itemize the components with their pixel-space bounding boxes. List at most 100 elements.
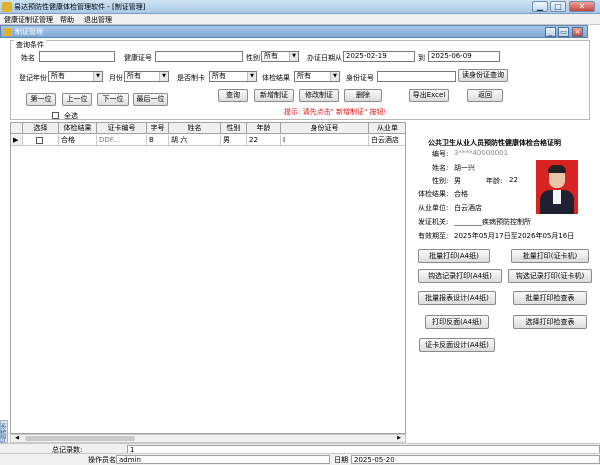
grid-header-unit[interactable]: 从业单 (369, 123, 405, 134)
made-card-select-value: 所有 (212, 72, 226, 80)
cert-issuer-value: ________疾病预防控制所 (454, 218, 531, 226)
cert-no-input[interactable] (155, 51, 243, 62)
row-select-cell[interactable] (23, 135, 59, 146)
cert-age-value: 22 (509, 176, 518, 184)
year-select[interactable]: 所有 ▼ (48, 71, 103, 82)
checked-print-a4-button[interactable]: 钩选记录打印(A4纸) (418, 269, 502, 283)
horizontal-scrollbar[interactable]: ◀ ▶ (10, 434, 406, 443)
gender-select-value: 所有 (264, 52, 278, 60)
status-bar-info: 操作员名 admin 日期 2025-05-20 (0, 453, 600, 465)
grid-header-gender[interactable]: 性别 (221, 123, 247, 134)
date-from-input[interactable]: 2025-02-19 (343, 51, 415, 62)
select-all-checkbox[interactable] (52, 112, 59, 119)
mdi-restore-button[interactable]: ▭ (558, 27, 569, 37)
grid-header-name[interactable]: 姓名 (169, 123, 221, 134)
grid-header-select[interactable]: 选择 (23, 123, 59, 134)
row-card-no-cell: DDF... (97, 135, 147, 146)
made-card-select[interactable]: 所有 ▼ (209, 71, 257, 82)
name-label: 姓名 (21, 54, 35, 62)
minimize-button[interactable]: ▁ (532, 1, 548, 12)
row-unit-cell: 白云酒店 (369, 135, 405, 146)
year-select-value: 所有 (51, 72, 65, 80)
batch-print-card-button[interactable]: 批量打印(证卡机) (511, 249, 589, 263)
close-button[interactable]: ✕ (569, 1, 595, 12)
chevron-down-icon: ▼ (159, 72, 168, 81)
row-zihao-cell: B (147, 135, 169, 146)
first-button[interactable]: 第一位 (26, 93, 56, 106)
mdi-titlebar: 制证管理 _ ▭ × (0, 25, 588, 38)
status-bar-records: 总记录数: 1 (0, 443, 600, 454)
grid-header-card-no[interactable]: 证卡编号 (97, 123, 147, 134)
gender-select[interactable]: 所有 ▼ (261, 51, 299, 62)
menu-help[interactable]: 帮助 (60, 15, 74, 25)
month-select-value: 所有 (127, 72, 141, 80)
cert-no-label: 编号: (432, 150, 449, 158)
read-id-button[interactable]: 读身份证查询 (458, 69, 508, 82)
chevron-down-icon: ▼ (93, 72, 102, 81)
cert-result-value: 合格 (454, 190, 468, 198)
export-excel-button[interactable]: 导出Excel (409, 89, 449, 102)
mdi-logo-icon (3, 28, 12, 36)
checked-print-card-button[interactable]: 钩选记录打印(证卡机) (508, 269, 592, 283)
row-marker-icon: ▶ (11, 135, 23, 146)
edit-cert-button[interactable]: 修改制证 (299, 89, 339, 102)
month-label: 月份 (109, 74, 123, 82)
grid-header-id[interactable]: 身份证号 (281, 123, 369, 134)
scroll-right-icon[interactable]: ▶ (395, 435, 403, 442)
operator-label: 操作员名 (88, 456, 116, 464)
new-cert-button[interactable]: 新增制证 (254, 89, 294, 102)
made-card-label: 是否制卡 (177, 74, 205, 82)
chevron-down-icon: ▼ (247, 72, 256, 81)
prev-button[interactable]: 上一位 (62, 93, 92, 106)
row-id-cell: I (281, 135, 369, 146)
cert-issuer-label: 发证机关: (418, 218, 449, 226)
mdi-close-button[interactable]: × (572, 27, 583, 37)
result-select[interactable]: 所有 ▼ (294, 71, 340, 82)
grid-header-age[interactable]: 年龄 (247, 123, 281, 134)
hint-text: 提示: 请先点击" 新增制证" 按钮! (284, 108, 387, 116)
id-label: 身份证号 (346, 74, 374, 82)
cert-gender-value: 男 (454, 177, 461, 185)
date-label: 日期 (334, 456, 348, 464)
app-logo-icon (2, 2, 12, 12)
batch-print-a4-button[interactable]: 批量打印(A4纸) (418, 249, 490, 263)
search-button[interactable]: 查询 (218, 89, 248, 102)
grid-header-result[interactable]: 体检结果 (59, 123, 97, 134)
row-select-checkbox[interactable] (36, 137, 43, 144)
mdi-minimize-button[interactable]: _ (545, 27, 556, 37)
query-group: 查询条件 姓名 健康证号 性别 所有 ▼ 办证日期从 2025-02-19 到 … (10, 40, 590, 120)
name-input[interactable] (39, 51, 115, 62)
print-back-button[interactable]: 打印反面(A4纸) (425, 315, 489, 329)
operator-value: admin (116, 455, 330, 464)
back-design-button[interactable]: 证卡反面设计(A4纸) (419, 338, 495, 352)
cert-valid-value: 2025年05月17日至2026年05月16日 (454, 232, 575, 240)
cert-unit-label: 从业单位: (418, 204, 449, 212)
cert-title: 公共卫生从业人员预防性健康体检合格证明 (428, 139, 561, 147)
delete-button[interactable]: 删除 (344, 89, 382, 102)
last-button[interactable]: 最后一位 (133, 93, 168, 106)
scroll-left-icon[interactable]: ◀ (13, 435, 21, 442)
menu-cert-management[interactable]: 健康证制证管理 (4, 15, 53, 25)
row-age-cell: 22 (247, 135, 281, 146)
chevron-down-icon: ▼ (289, 52, 298, 61)
date-value: 2025-05-20 (351, 455, 600, 464)
batch-report-design-button[interactable]: 批量报表设计(A4纸) (418, 291, 496, 305)
gender-label: 性别 (246, 54, 260, 62)
back-button[interactable]: 返回 (467, 89, 503, 102)
cert-name-label: 姓名: (432, 164, 449, 172)
cert-no-label: 健康证号 (124, 54, 152, 62)
maximize-button[interactable]: □ (550, 1, 566, 12)
select-print-sheet-button[interactable]: 选择打印检查表 (513, 315, 587, 329)
grid-header-zihao[interactable]: 字号 (147, 123, 169, 134)
photo-hair (548, 165, 566, 173)
month-select[interactable]: 所有 ▼ (124, 71, 169, 82)
window-titlebar: 易达预防性健康体检管理软件 - [制证管理] ▁ □ ✕ (0, 0, 600, 14)
grid-header: 选择 体检结果 证卡编号 字号 姓名 性别 年龄 身份证号 从业单 (11, 123, 405, 134)
record-grid: 选择 体检结果 证卡编号 字号 姓名 性别 年龄 身份证号 从业单 ▶ 合格 D… (10, 122, 406, 434)
id-input[interactable] (377, 71, 456, 82)
menu-exit[interactable]: 退出管理 (84, 15, 112, 25)
batch-print-sheet-button[interactable]: 批量打印检查表 (513, 291, 587, 305)
scroll-thumb[interactable] (25, 436, 135, 441)
date-to-input[interactable]: 2025-06-09 (428, 51, 500, 62)
next-button[interactable]: 下一位 (97, 93, 129, 106)
